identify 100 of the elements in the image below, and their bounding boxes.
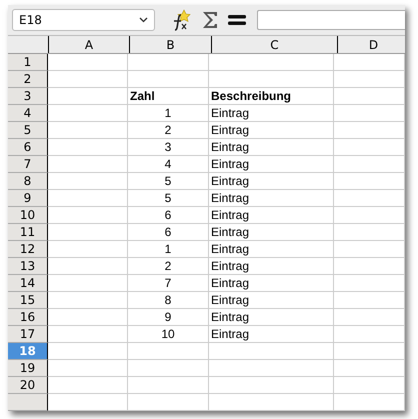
table-cell[interactable]: [334, 71, 405, 88]
row-header[interactable]: 12: [8, 241, 48, 258]
table-cell[interactable]: [48, 105, 128, 122]
row-header[interactable]: 7: [8, 156, 48, 173]
table-cell[interactable]: [48, 156, 128, 173]
row-header[interactable]: 9: [8, 190, 48, 207]
table-cell[interactable]: [128, 394, 209, 411]
table-cell[interactable]: Eintrag: [209, 122, 334, 139]
row-header[interactable]: 4: [8, 105, 48, 122]
table-cell[interactable]: 2: [128, 258, 209, 275]
row-header[interactable]: 10: [8, 207, 48, 224]
table-cell[interactable]: [48, 360, 128, 377]
row-header[interactable]: 6: [8, 139, 48, 156]
table-cell[interactable]: [334, 173, 405, 190]
table-cell[interactable]: [48, 377, 128, 394]
column-header[interactable]: D: [338, 36, 405, 53]
row-header[interactable]: 2: [8, 71, 48, 88]
row-header[interactable]: 20: [8, 377, 48, 394]
row-header[interactable]: 8: [8, 173, 48, 190]
table-cell[interactable]: [209, 343, 334, 360]
row-header[interactable]: 5: [8, 122, 48, 139]
table-cell[interactable]: 9: [128, 309, 209, 326]
table-cell[interactable]: [48, 224, 128, 241]
table-cell[interactable]: Eintrag: [209, 326, 334, 343]
table-cell[interactable]: [128, 377, 209, 394]
table-cell[interactable]: [334, 394, 405, 411]
table-cell[interactable]: Eintrag: [209, 241, 334, 258]
table-cell[interactable]: Eintrag: [209, 309, 334, 326]
table-cell[interactable]: [48, 71, 128, 88]
table-cell[interactable]: [48, 394, 128, 411]
table-cell[interactable]: [48, 139, 128, 156]
table-cell[interactable]: [334, 54, 405, 71]
chevron-down-icon[interactable]: [139, 17, 148, 24]
table-cell[interactable]: [128, 343, 209, 360]
table-cell[interactable]: [334, 241, 405, 258]
table-cell[interactable]: [209, 394, 334, 411]
formula-input[interactable]: [257, 10, 405, 30]
row-header[interactable]: [8, 394, 48, 411]
table-cell[interactable]: [48, 292, 128, 309]
table-cell[interactable]: 5: [128, 173, 209, 190]
table-cell[interactable]: Zahl: [128, 88, 209, 105]
sum-icon[interactable]: [201, 10, 219, 30]
table-cell[interactable]: [209, 54, 334, 71]
row-header[interactable]: 14: [8, 275, 48, 292]
table-cell[interactable]: [48, 241, 128, 258]
column-header[interactable]: C: [212, 36, 338, 53]
table-cell[interactable]: [334, 275, 405, 292]
table-cell[interactable]: [209, 360, 334, 377]
table-cell[interactable]: Eintrag: [209, 190, 334, 207]
column-header[interactable]: A: [49, 36, 130, 53]
table-cell[interactable]: 6: [128, 207, 209, 224]
table-cell[interactable]: Eintrag: [209, 258, 334, 275]
table-cell[interactable]: [128, 54, 209, 71]
table-cell[interactable]: [48, 54, 128, 71]
table-cell[interactable]: [334, 343, 405, 360]
table-cell[interactable]: [48, 326, 128, 343]
table-cell[interactable]: [48, 207, 128, 224]
table-cell[interactable]: Eintrag: [209, 156, 334, 173]
table-cell[interactable]: 10: [128, 326, 209, 343]
table-cell[interactable]: 4: [128, 156, 209, 173]
table-cell[interactable]: [209, 377, 334, 394]
table-cell[interactable]: [334, 377, 405, 394]
table-cell[interactable]: Eintrag: [209, 173, 334, 190]
table-cell[interactable]: [334, 309, 405, 326]
table-cell[interactable]: [48, 343, 128, 360]
row-header[interactable]: 13: [8, 258, 48, 275]
table-cell[interactable]: Eintrag: [209, 275, 334, 292]
table-cell[interactable]: [48, 122, 128, 139]
name-box[interactable]: E18: [12, 9, 155, 32]
table-cell[interactable]: 1: [128, 105, 209, 122]
table-cell[interactable]: [334, 88, 405, 105]
table-cell[interactable]: [334, 360, 405, 377]
row-header[interactable]: 17: [8, 326, 48, 343]
table-cell[interactable]: [334, 224, 405, 241]
table-cell[interactable]: 7: [128, 275, 209, 292]
table-cell[interactable]: [334, 139, 405, 156]
table-cell[interactable]: [128, 71, 209, 88]
table-cell[interactable]: 6: [128, 224, 209, 241]
table-cell[interactable]: [48, 190, 128, 207]
table-cell[interactable]: Eintrag: [209, 292, 334, 309]
table-cell[interactable]: [334, 156, 405, 173]
equals-icon[interactable]: [227, 14, 247, 26]
table-cell[interactable]: 3: [128, 139, 209, 156]
row-header[interactable]: 15: [8, 292, 48, 309]
table-cell[interactable]: [48, 258, 128, 275]
column-header[interactable]: B: [130, 36, 212, 53]
table-cell[interactable]: [128, 360, 209, 377]
table-cell[interactable]: [334, 292, 405, 309]
row-header[interactable]: 19: [8, 360, 48, 377]
table-cell[interactable]: Eintrag: [209, 207, 334, 224]
table-cell[interactable]: 1: [128, 241, 209, 258]
table-cell[interactable]: [334, 207, 405, 224]
table-cell[interactable]: 8: [128, 292, 209, 309]
row-header[interactable]: 3: [8, 88, 48, 105]
table-cell[interactable]: [48, 275, 128, 292]
table-cell[interactable]: [48, 173, 128, 190]
table-cell[interactable]: Beschreibung: [209, 88, 334, 105]
table-cell[interactable]: [334, 190, 405, 207]
table-cell[interactable]: [334, 326, 405, 343]
table-cell[interactable]: [334, 258, 405, 275]
